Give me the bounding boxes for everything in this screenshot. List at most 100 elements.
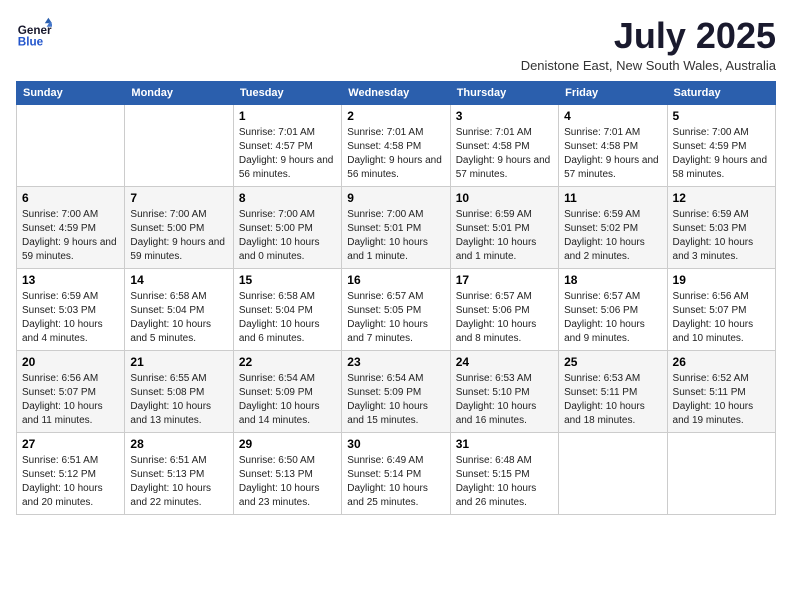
day-info: Sunrise: 7:01 AMSunset: 4:58 PMDaylight:…	[456, 126, 553, 182]
day-number: 28	[130, 437, 227, 451]
calendar-week-row: 6Sunrise: 7:00 AMSunset: 4:59 PMDaylight…	[17, 186, 776, 268]
day-number: 24	[456, 355, 553, 369]
calendar-cell: 28 Sunrise: 6:51 AMSunset: 5:13 PMDayligh…	[125, 432, 233, 514]
day-info: Sunrise: 6:57 AMSunset: 5:06 PMDaylight:…	[456, 290, 553, 346]
day-info: Sunrise: 7:00 AMSunset: 5:00 PMDaylight:…	[130, 208, 227, 264]
day-info: Sunrise: 6:58 AMSunset: 5:04 PMDaylight:…	[130, 290, 227, 346]
day-number: 4	[564, 109, 661, 123]
calendar-cell: 16 Sunrise: 6:57 AMSunset: 5:05 PMDayligh…	[342, 268, 450, 350]
day-number: 11	[564, 191, 661, 205]
day-info: Sunrise: 6:59 AMSunset: 5:02 PMDaylight:…	[564, 208, 661, 264]
day-number: 5	[673, 109, 770, 123]
calendar-cell: 18 Sunrise: 6:57 AMSunset: 5:06 PMDayligh…	[559, 268, 667, 350]
calendar-cell	[667, 432, 775, 514]
day-info: Sunrise: 6:51 AMSunset: 5:13 PMDaylight:…	[130, 454, 227, 510]
day-number: 14	[130, 273, 227, 287]
day-header-saturday: Saturday	[667, 81, 775, 104]
calendar-cell: 8 Sunrise: 7:00 AMSunset: 5:00 PMDaylight…	[233, 186, 341, 268]
day-info: Sunrise: 6:59 AMSunset: 5:01 PMDaylight:…	[456, 208, 553, 264]
calendar-cell: 9 Sunrise: 7:00 AMSunset: 5:01 PMDaylight…	[342, 186, 450, 268]
calendar-cell	[125, 104, 233, 186]
calendar-cell: 15 Sunrise: 6:58 AMSunset: 5:04 PMDayligh…	[233, 268, 341, 350]
calendar-cell: 13Sunrise: 6:59 AMSunset: 5:03 PMDayligh…	[17, 268, 125, 350]
day-number: 15	[239, 273, 336, 287]
calendar-cell: 23 Sunrise: 6:54 AMSunset: 5:09 PMDayligh…	[342, 350, 450, 432]
calendar-cell: 21 Sunrise: 6:55 AMSunset: 5:08 PMDayligh…	[125, 350, 233, 432]
location-subtitle: Denistone East, New South Wales, Austral…	[521, 58, 776, 73]
day-number: 26	[673, 355, 770, 369]
calendar-header-row: SundayMondayTuesdayWednesdayThursdayFrid…	[17, 81, 776, 104]
calendar-cell: 29Sunrise: 6:50 AMSunset: 5:13 PMDayligh…	[233, 432, 341, 514]
day-header-tuesday: Tuesday	[233, 81, 341, 104]
day-number: 2	[347, 109, 444, 123]
day-number: 30	[347, 437, 444, 451]
day-number: 16	[347, 273, 444, 287]
day-info: Sunrise: 6:53 AMSunset: 5:11 PMDaylight:…	[564, 372, 661, 428]
day-number: 6	[22, 191, 119, 205]
day-header-sunday: Sunday	[17, 81, 125, 104]
day-number: 8	[239, 191, 336, 205]
day-info: Sunrise: 7:00 AMSunset: 5:00 PMDaylight:…	[239, 208, 336, 264]
day-info: Sunrise: 6:55 AMSunset: 5:08 PMDaylight:…	[130, 372, 227, 428]
day-number: 3	[456, 109, 553, 123]
day-number: 20	[22, 355, 119, 369]
day-info: Sunrise: 7:01 AMSunset: 4:57 PMDaylight:…	[239, 126, 336, 182]
day-info: Sunrise: 6:54 AMSunset: 5:09 PMDaylight:…	[239, 372, 336, 428]
day-header-friday: Friday	[559, 81, 667, 104]
day-number: 18	[564, 273, 661, 287]
calendar-cell: 27Sunrise: 6:51 AMSunset: 5:12 PMDayligh…	[17, 432, 125, 514]
day-header-monday: Monday	[125, 81, 233, 104]
day-number: 1	[239, 109, 336, 123]
day-info: Sunrise: 6:48 AMSunset: 5:15 PMDaylight:…	[456, 454, 553, 510]
svg-text:Blue: Blue	[18, 36, 44, 49]
day-number: 7	[130, 191, 227, 205]
day-info: Sunrise: 7:00 AMSunset: 4:59 PMDaylight:…	[673, 126, 770, 182]
calendar-cell: 2 Sunrise: 7:01 AMSunset: 4:58 PMDaylight…	[342, 104, 450, 186]
day-number: 27	[22, 437, 119, 451]
day-info: Sunrise: 6:56 AMSunset: 5:07 PMDaylight:…	[673, 290, 770, 346]
calendar-cell: 10Sunrise: 6:59 AMSunset: 5:01 PMDayligh…	[450, 186, 558, 268]
calendar-cell: 24 Sunrise: 6:53 AMSunset: 5:10 PMDayligh…	[450, 350, 558, 432]
month-year-title: July 2025	[521, 16, 776, 56]
calendar-cell: 1 Sunrise: 7:01 AMSunset: 4:57 PMDaylight…	[233, 104, 341, 186]
day-header-wednesday: Wednesday	[342, 81, 450, 104]
day-info: Sunrise: 6:54 AMSunset: 5:09 PMDaylight:…	[347, 372, 444, 428]
day-number: 21	[130, 355, 227, 369]
calendar-week-row: 13Sunrise: 6:59 AMSunset: 5:03 PMDayligh…	[17, 268, 776, 350]
calendar-cell: 22 Sunrise: 6:54 AMSunset: 5:09 PMDayligh…	[233, 350, 341, 432]
calendar-cell: 30 Sunrise: 6:49 AMSunset: 5:14 PMDayligh…	[342, 432, 450, 514]
day-info: Sunrise: 6:58 AMSunset: 5:04 PMDaylight:…	[239, 290, 336, 346]
calendar-cell: 17Sunrise: 6:57 AMSunset: 5:06 PMDayligh…	[450, 268, 558, 350]
day-info: Sunrise: 6:57 AMSunset: 5:05 PMDaylight:…	[347, 290, 444, 346]
calendar-cell: 26Sunrise: 6:52 AMSunset: 5:11 PMDayligh…	[667, 350, 775, 432]
calendar-cell	[559, 432, 667, 514]
day-info: Sunrise: 6:49 AMSunset: 5:14 PMDaylight:…	[347, 454, 444, 510]
calendar-cell: 6Sunrise: 7:00 AMSunset: 4:59 PMDaylight…	[17, 186, 125, 268]
day-info: Sunrise: 6:57 AMSunset: 5:06 PMDaylight:…	[564, 290, 661, 346]
day-number: 29	[239, 437, 336, 451]
day-info: Sunrise: 6:59 AMSunset: 5:03 PMDaylight:…	[22, 290, 119, 346]
page-header: General Blue July 2025 Denistone East, N…	[16, 16, 776, 73]
calendar-cell: 12 Sunrise: 6:59 AMSunset: 5:03 PMDayligh…	[667, 186, 775, 268]
day-number: 19	[673, 273, 770, 287]
day-info: Sunrise: 6:53 AMSunset: 5:10 PMDaylight:…	[456, 372, 553, 428]
day-number: 22	[239, 355, 336, 369]
title-block: July 2025 Denistone East, New South Wale…	[521, 16, 776, 73]
calendar-cell: 14 Sunrise: 6:58 AMSunset: 5:04 PMDayligh…	[125, 268, 233, 350]
day-number: 25	[564, 355, 661, 369]
day-info: Sunrise: 7:01 AMSunset: 4:58 PMDaylight:…	[347, 126, 444, 182]
calendar-cell: 5 Sunrise: 7:00 AMSunset: 4:59 PMDaylight…	[667, 104, 775, 186]
day-info: Sunrise: 6:59 AMSunset: 5:03 PMDaylight:…	[673, 208, 770, 264]
calendar-cell: 19 Sunrise: 6:56 AMSunset: 5:07 PMDayligh…	[667, 268, 775, 350]
calendar-cell: 31Sunrise: 6:48 AMSunset: 5:15 PMDayligh…	[450, 432, 558, 514]
calendar-cell: 7 Sunrise: 7:00 AMSunset: 5:00 PMDaylight…	[125, 186, 233, 268]
day-number: 9	[347, 191, 444, 205]
day-info: Sunrise: 7:00 AMSunset: 5:01 PMDaylight:…	[347, 208, 444, 264]
day-header-thursday: Thursday	[450, 81, 558, 104]
calendar-cell: 20Sunrise: 6:56 AMSunset: 5:07 PMDayligh…	[17, 350, 125, 432]
day-number: 12	[673, 191, 770, 205]
calendar-week-row: 27Sunrise: 6:51 AMSunset: 5:12 PMDayligh…	[17, 432, 776, 514]
day-number: 23	[347, 355, 444, 369]
calendar-cell	[17, 104, 125, 186]
logo: General Blue	[16, 16, 52, 52]
